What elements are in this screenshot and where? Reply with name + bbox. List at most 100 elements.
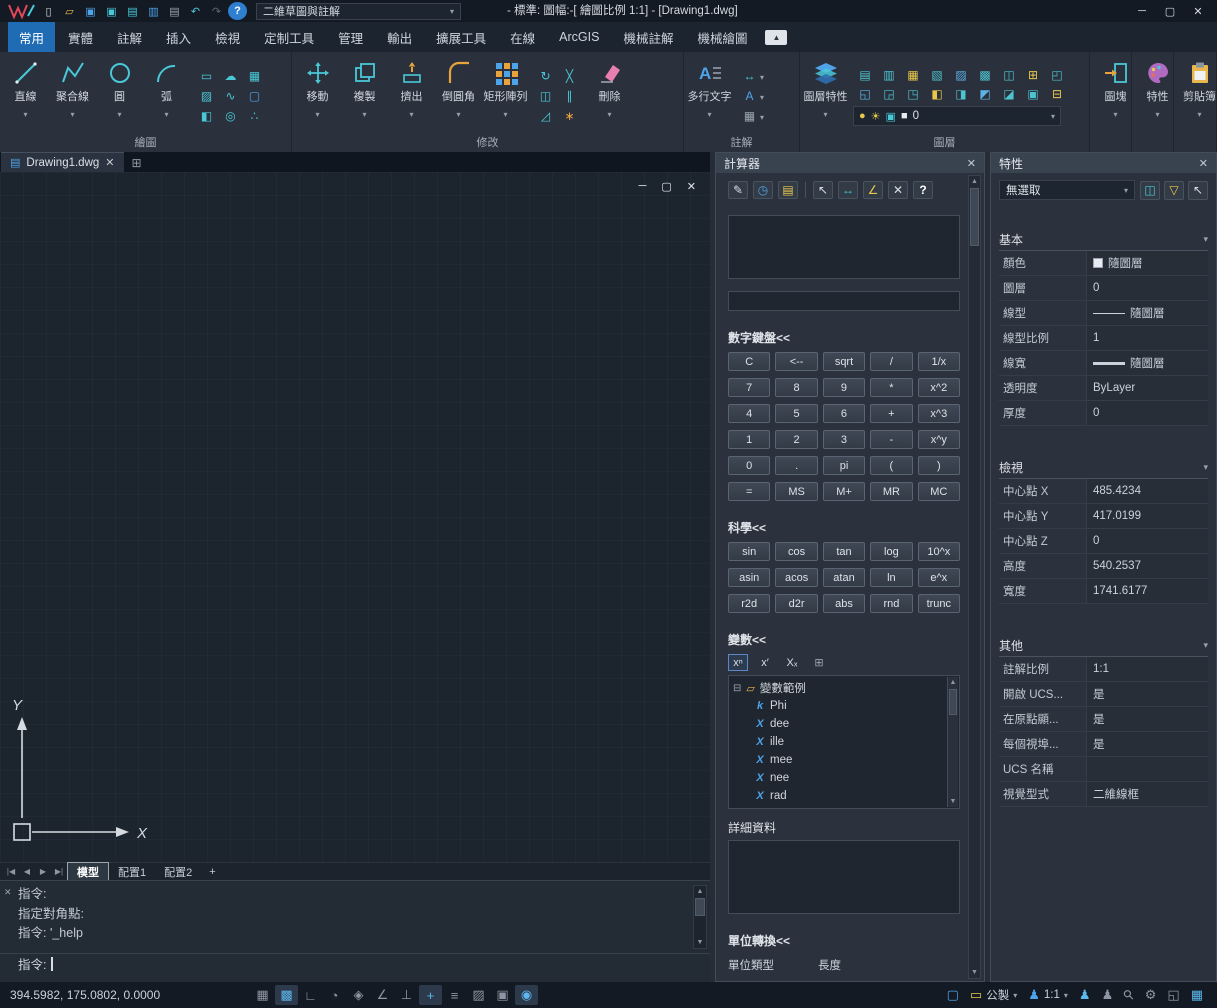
calc-button-trunc[interactable]: trunc (918, 594, 960, 613)
viewport-restore-icon[interactable] (661, 180, 671, 193)
calc-button-acos[interactable]: acos (775, 568, 817, 587)
tree-item-nee[interactable]: Xnee (733, 769, 943, 787)
calc-button-3[interactable]: 3 (823, 430, 865, 449)
file-tab-drawing1[interactable]: Drawing1.dwg (1, 152, 124, 172)
osnap-icon[interactable]: ⊥ (395, 985, 418, 1005)
history-icon[interactable]: ◷ (753, 181, 773, 199)
layer-dropdown[interactable]: ●☀▣■0 (853, 106, 1061, 126)
property-value[interactable]: 0 (1087, 276, 1208, 300)
edit-variable-icon[interactable]: x′ (755, 654, 775, 671)
ribbon-button-layer-properties[interactable]: 圖層特性 (802, 55, 849, 136)
ribbon-tab-輸出[interactable]: 輸出 (376, 22, 423, 53)
rotate-icon[interactable]: ↻ (537, 68, 554, 84)
polar-icon[interactable]: ◔ (323, 985, 346, 1005)
calc-button-atan[interactable]: atan (823, 568, 865, 587)
calc-button-pi[interactable]: pi (823, 456, 865, 475)
calc-button-+[interactable]: + (870, 404, 912, 423)
distance-icon[interactable]: ↔ (838, 181, 858, 199)
ribbon-button-line[interactable]: 直線 (2, 55, 49, 136)
next-layout-icon[interactable]: ▶ (35, 867, 51, 876)
quick-select-icon[interactable]: ▽ (1164, 181, 1184, 200)
calc-button-*[interactable]: * (870, 378, 912, 397)
calc-button-.[interactable]: . (775, 456, 817, 475)
calculator-input[interactable] (728, 291, 960, 311)
layer-viewport-freeze-icon[interactable]: ◧ (925, 84, 949, 103)
calc-button-r2d[interactable]: r2d (728, 594, 770, 613)
viewport-minimize-icon[interactable] (639, 180, 647, 193)
calc-button-log[interactable]: log (870, 542, 912, 561)
ribbon-tab-常用[interactable]: 常用 (8, 22, 55, 53)
last-layout-icon[interactable]: ▶| (51, 867, 67, 876)
collapse-icon[interactable]: ⊟ (733, 683, 741, 694)
property-value[interactable]: 0 (1087, 401, 1208, 425)
property-value[interactable]: 是 (1087, 682, 1208, 706)
ribbon-tab-實體[interactable]: 實體 (57, 22, 104, 53)
ruler-control[interactable]: ▭公製 (966, 985, 1021, 1005)
calc-button-=[interactable]: = (728, 482, 770, 501)
scientific-section-title[interactable]: 科學<< (728, 519, 960, 536)
property-value[interactable]: 540.2537 (1087, 554, 1208, 578)
scrollbar-thumb[interactable] (695, 898, 705, 916)
selection-dropdown[interactable]: 無選取 (999, 180, 1135, 200)
tree-item-Phi[interactable]: kPhi (733, 697, 943, 715)
property-value[interactable]: 1:1 (1087, 657, 1208, 681)
prev-layout-icon[interactable]: ◀ (19, 867, 35, 876)
calc-button-d2r[interactable]: d2r (775, 594, 817, 613)
annotation-monitor-icon[interactable]: ◉ (515, 985, 538, 1005)
ribbon-tab-定制工具[interactable]: 定制工具 (253, 22, 325, 53)
transparency-icon[interactable]: ▨ (467, 985, 490, 1005)
offset-icon[interactable]: ∥ (561, 88, 578, 104)
property-value[interactable]: 417.0199 (1087, 504, 1208, 528)
property-value[interactable]: 隨圖層 (1087, 251, 1208, 275)
layer-copy-icon[interactable]: ▣ (1021, 84, 1045, 103)
layer-freeze-icon[interactable]: ▦ (901, 65, 925, 84)
calc-button-4[interactable]: 4 (728, 404, 770, 423)
section-header[interactable]: 其他▾ (999, 638, 1208, 657)
coordinates-display[interactable]: 394.5982, 175.0802, 0.0000 (10, 988, 250, 1002)
ribbon-tab-在線[interactable]: 在線 (499, 22, 546, 53)
calc-button-1/x[interactable]: 1/x (918, 352, 960, 371)
scroll-up-icon[interactable] (948, 677, 958, 688)
angle-icon[interactable]: ∠ (863, 181, 883, 199)
ribbon-tab-ArcGIS[interactable]: ArcGIS (548, 24, 610, 50)
scroll-down-icon[interactable] (948, 796, 958, 807)
calc-button-sin[interactable]: sin (728, 542, 770, 561)
lineweight-icon[interactable]: ≡ (443, 985, 466, 1005)
layer-off-icon[interactable]: ▤ (853, 65, 877, 84)
delete-variable-icon[interactable]: Xₓ (782, 654, 802, 671)
explode-icon[interactable]: ∗ (561, 108, 578, 124)
snap-icon[interactable]: ▩ (275, 985, 298, 1005)
bulb-icon[interactable]: ● (859, 110, 866, 122)
layer-current-icon[interactable]: ◪ (997, 84, 1021, 103)
plot-icon[interactable]: ▤ (123, 2, 142, 20)
app-logo[interactable] (6, 2, 36, 20)
units-section-title[interactable]: 單位轉換<< (728, 932, 960, 949)
property-value[interactable]: 隨圖層 (1087, 351, 1208, 375)
new-drawing-tab-button[interactable] (127, 154, 147, 172)
window-maximize-button[interactable]: ▢ (1157, 2, 1183, 20)
selection-cycling-icon[interactable]: ▣ (491, 985, 514, 1005)
panel-label-layers[interactable]: 圖層 (800, 136, 1089, 152)
property-value[interactable] (1087, 757, 1208, 781)
units-type-row[interactable]: 單位類型 長度 (728, 957, 960, 973)
sun-icon[interactable]: ☀ (871, 110, 881, 123)
region-icon[interactable]: ▦ (246, 68, 263, 84)
ribbon-tab-插入[interactable]: 插入 (155, 22, 202, 53)
calc-button-ln[interactable]: ln (870, 568, 912, 587)
calc-button-x^y[interactable]: x^y (918, 430, 960, 449)
ribbon-button-stretch[interactable]: 擠出 (388, 55, 435, 136)
customize-icon[interactable]: ▦ (1191, 987, 1203, 1003)
layer-on-icon[interactable]: ▥ (877, 65, 901, 84)
return-variable-icon[interactable]: ⊞ (809, 654, 829, 671)
panel-label-draw[interactable]: 繪圖 (0, 136, 291, 152)
annotation-scale-control[interactable]: ♟1:1 (1024, 985, 1072, 1005)
calculator-scrollbar[interactable] (968, 175, 981, 979)
gear-icon[interactable]: ⚙ (1145, 987, 1157, 1003)
layer-walk-icon[interactable]: ◳ (901, 84, 925, 103)
customize-control[interactable]: ▦ (1187, 985, 1207, 1005)
calc-button-6[interactable]: 6 (823, 404, 865, 423)
calculator-header[interactable]: 計算器 (716, 153, 984, 173)
tree-item-vee[interactable]: Xvee (733, 805, 943, 809)
revision-cloud-icon[interactable]: ☁ (222, 68, 239, 84)
close-icon[interactable] (105, 156, 114, 169)
